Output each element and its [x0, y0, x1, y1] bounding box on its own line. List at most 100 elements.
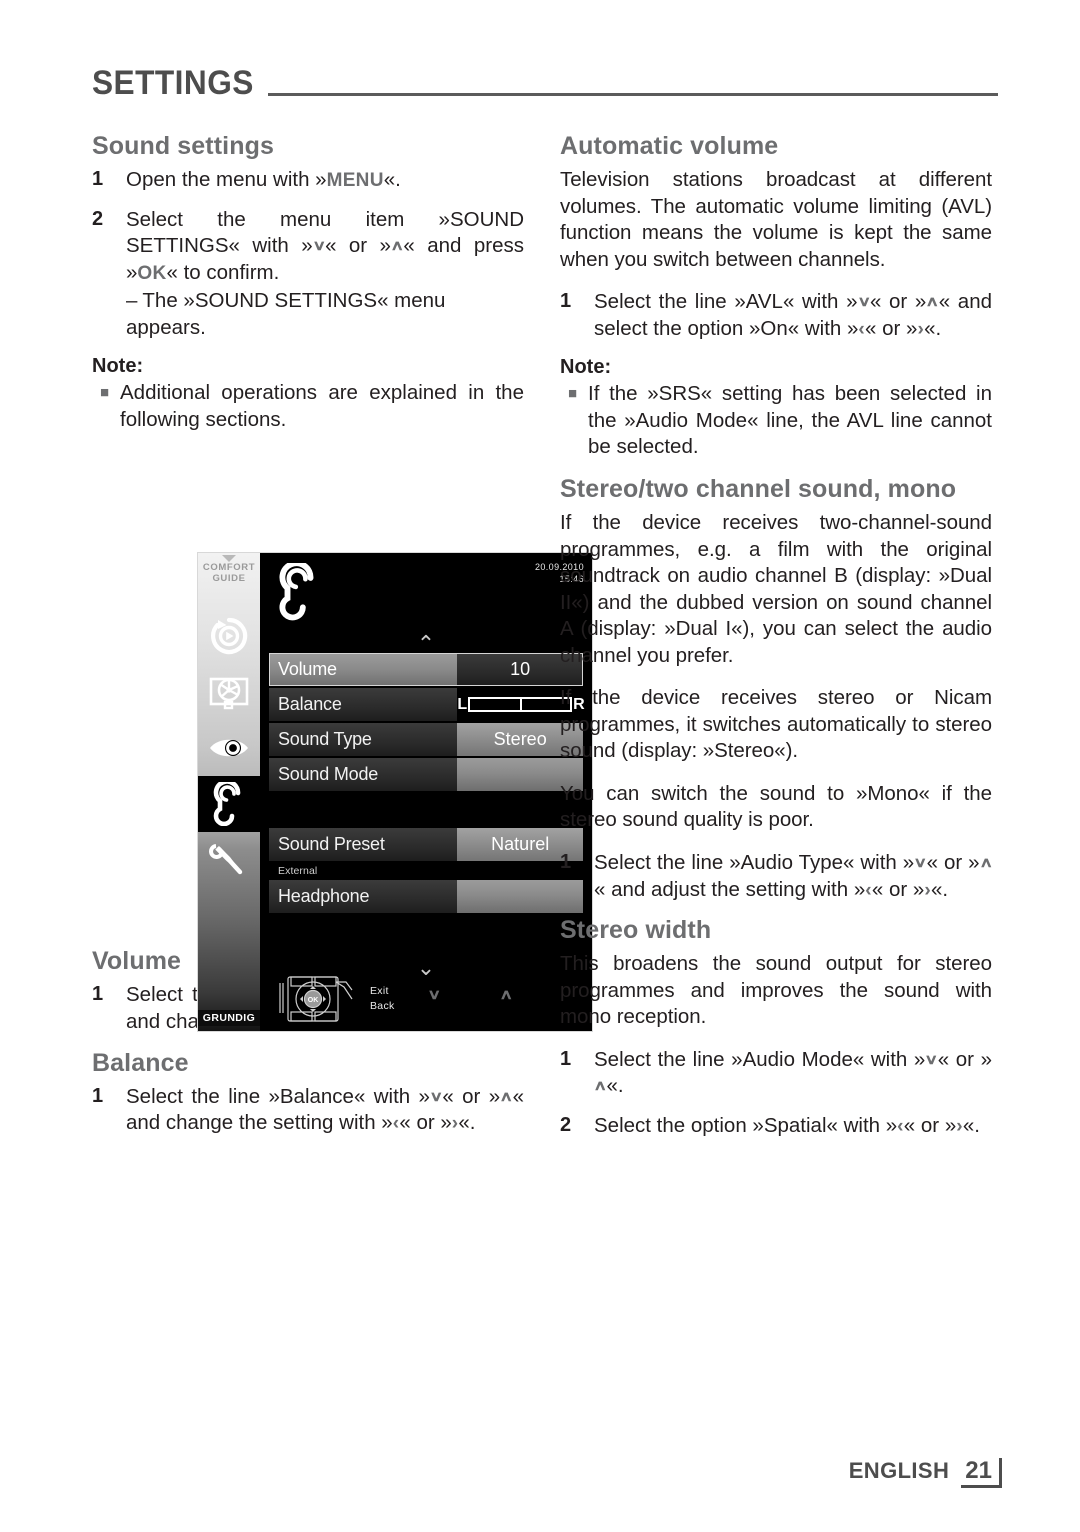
- left-column: Sound settings 1 Open the menu with »MEN…: [92, 132, 592, 1150]
- balance-left-label: L: [457, 695, 468, 713]
- osd-row-balance[interactable]: Balance L R: [269, 688, 585, 721]
- heading-sound-settings: Sound settings: [92, 132, 274, 160]
- source-play-icon: [209, 616, 249, 656]
- page-header: SETTINGS: [92, 52, 998, 100]
- grundig-logo: GRUNDIG: [198, 1010, 260, 1026]
- ok-key: OK: [137, 262, 167, 284]
- note-text: Additional operations are explained in t…: [120, 381, 524, 431]
- down-arrow-icon: ∨: [913, 854, 928, 871]
- note-text: If the »SRS« setting has been selected i…: [588, 382, 992, 459]
- step-text-e: «.: [930, 877, 949, 901]
- page-title: SETTINGS: [92, 64, 254, 102]
- step-text-c: « and adjust the setting with »: [594, 877, 866, 901]
- bullet-square-icon: ■: [568, 385, 578, 403]
- up-arrow-icon: ∧: [499, 1088, 514, 1104]
- substep-menu-appears: – The »SOUND SETTINGS« menu appears.: [126, 288, 524, 341]
- note-bullet-row: ■ Additional operations are explained in…: [100, 380, 524, 433]
- step-text: Open the menu with »MENU«.: [126, 167, 524, 194]
- note-title: Note:: [560, 356, 612, 379]
- heading-balance: Balance: [92, 1048, 189, 1077]
- osd-row-label: Volume: [269, 653, 458, 686]
- up-arrow-icon: ∧: [390, 237, 405, 254]
- step-text-b: « or »: [903, 1113, 957, 1137]
- step-text-b: « or »: [926, 850, 980, 874]
- osd-sidebar-item-tools[interactable]: [198, 832, 260, 888]
- osd-sidebar-item-source[interactable]: [198, 608, 260, 664]
- comfort-guide-label: COMFORT GUIDE: [203, 562, 255, 584]
- ear-sound-icon: [211, 782, 247, 827]
- step-text: Select the line »Audio Mode« with »∨« or…: [593, 1047, 992, 1100]
- substep-dash: –: [126, 289, 138, 313]
- osd-row-label: Sound Mode: [269, 758, 458, 791]
- osd-menu-list: Volume 10 Balance L R Sound Type Stereo …: [269, 653, 585, 915]
- balance-bar[interactable]: [468, 697, 573, 712]
- heading-stereo-two-channel: Stereo/two channel sound, mono: [560, 474, 957, 503]
- step-open-menu: 1 Open the menu with »MENU«.: [92, 167, 524, 194]
- step-text-e: «.: [924, 316, 942, 340]
- remote-legend-labels: Exit Back: [370, 984, 395, 1014]
- paragraph-stereo-3: You can switch the sound to »Mono« if th…: [560, 781, 992, 832]
- tools-settings-icon: [209, 840, 249, 880]
- step-audio-type: 1 Select the line »Audio Type« with »∨« …: [560, 850, 993, 903]
- step-text-c: «.: [606, 1074, 624, 1098]
- down-arrow-icon: ∨: [856, 293, 871, 310]
- picture-settings-icon: [208, 673, 250, 711]
- paragraph-stereo-1: If the device receives two-channel-sound…: [560, 510, 992, 667]
- osd-sidebar-item-picture[interactable]: [198, 664, 260, 720]
- step-text-d: « to confirm.: [166, 260, 280, 284]
- step-text-d: « or »: [865, 316, 918, 340]
- step-text-c: «.: [962, 1113, 980, 1137]
- osd-row-label: Sound Type: [269, 723, 458, 756]
- scroll-up-chevron-icon[interactable]: ⌃: [417, 633, 435, 655]
- step-text-a: Select the line »Audio Mode« with »: [594, 1047, 926, 1071]
- svg-text:OK: OK: [308, 997, 319, 1004]
- paragraph-stereo-2: If the device receives stereo or Nicam p…: [560, 686, 992, 763]
- menu-key: MENU: [326, 170, 384, 191]
- left-arrow-icon: ‹: [897, 1115, 904, 1137]
- note-bullet-row: ■ If the »SRS« setting has been selected…: [568, 381, 992, 461]
- osd-section-ear-icon: [276, 560, 322, 626]
- osd-remote-legend: OK Exit Back: [274, 973, 395, 1025]
- comfort-guide-caret-icon: [222, 555, 236, 562]
- down-arrow-icon: ∨: [924, 1051, 939, 1068]
- osd-row-label: Headphone: [269, 880, 458, 913]
- scroll-down-chevron-icon[interactable]: ⌄: [417, 957, 435, 979]
- step-number: 1: [560, 850, 572, 873]
- step-text: Select the line »Audio Type« with »∨« or…: [594, 850, 993, 903]
- right-arrow-icon: ›: [924, 879, 931, 901]
- step-text: Select the line »AVL« with »∨« or »∧« an…: [594, 289, 992, 342]
- down-arrow-icon: ∨: [427, 987, 442, 1003]
- down-arrow-icon: ∨: [429, 1088, 444, 1104]
- osd-row-label: Balance: [269, 688, 458, 721]
- step-balance-adjust: 1 Select the line »Balance« with »∨« or …: [92, 1084, 524, 1137]
- step-text-d: « or »: [871, 877, 925, 901]
- right-arrow-icon: ›: [956, 1115, 963, 1137]
- bullet-square-icon: ■: [100, 384, 110, 402]
- osd-row-volume[interactable]: Volume 10: [269, 653, 583, 686]
- osd-row-sound-mode[interactable]: Sound Mode: [269, 758, 583, 791]
- note-title: Note:: [92, 355, 144, 378]
- osd-sidebar-item-display[interactable]: [198, 720, 260, 776]
- step-number: 1: [560, 1047, 572, 1070]
- osd-row-spacer: [269, 793, 583, 826]
- step-number: 1: [560, 290, 572, 313]
- remote-exit-label: Exit: [370, 984, 389, 997]
- osd-row-sound-type[interactable]: Sound Type Stereo: [269, 723, 583, 756]
- substep-text: The »SOUND SETTINGS« menu appears.: [126, 289, 446, 339]
- osd-row-headphone[interactable]: Headphone: [269, 880, 583, 913]
- step-text-a: Select the option »Spatial« with »: [594, 1113, 898, 1137]
- eye-display-icon: [208, 735, 250, 761]
- osd-sidebar-item-sound[interactable]: [198, 776, 260, 833]
- step-text: Select the option »Spatial« with »‹« or …: [594, 1113, 992, 1140]
- osd-row-sound-preset[interactable]: Sound Preset Naturel: [269, 828, 583, 861]
- remote-dpad-icon: OK: [279, 976, 353, 1022]
- step-number: 1: [92, 1084, 104, 1107]
- tv-osd-screenshot: COMFORT GUIDE GRUNDIG 20.09.2010 15:46 ⌃…: [198, 553, 592, 1031]
- note-block-sound-settings: Note: ■ Additional operations are explai…: [92, 354, 524, 433]
- up-arrow-icon: ∧: [593, 1078, 608, 1094]
- step-text: Select the menu item »SOUND SETTINGS« wi…: [126, 207, 524, 342]
- right-column: Automatic volume Television stations bro…: [560, 132, 993, 1152]
- note-block-avl: Note: ■ If the »SRS« setting has been se…: [560, 355, 992, 461]
- left-arrow-icon: ‹: [865, 879, 872, 901]
- step-number: 1: [92, 983, 104, 1006]
